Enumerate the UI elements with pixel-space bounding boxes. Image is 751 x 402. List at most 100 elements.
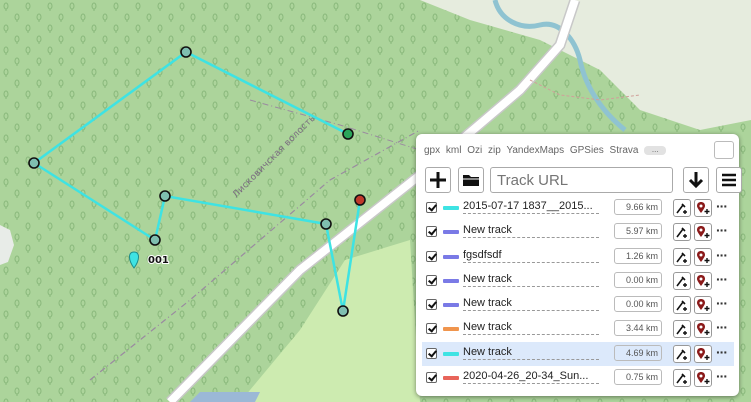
pencil-plus-icon	[676, 203, 687, 214]
track-visibility-checkbox[interactable]	[426, 202, 437, 213]
track-more-button[interactable]: ···	[716, 319, 728, 335]
track-row[interactable]: New track 0.00 km ···	[422, 269, 734, 293]
format-zip[interactable]: zip	[488, 145, 501, 156]
track-color-swatch[interactable]	[443, 278, 459, 283]
track-more-button[interactable]: ···	[716, 271, 728, 287]
download-button[interactable]	[683, 167, 709, 193]
add-marker-button[interactable]	[694, 271, 712, 290]
edit-track-button[interactable]	[673, 199, 691, 217]
track-visibility-checkbox[interactable]	[426, 347, 437, 359]
track-name[interactable]: New track	[463, 346, 599, 360]
edit-track-button[interactable]	[673, 247, 691, 266]
track-vertex[interactable]	[159, 190, 171, 202]
pencil-plus-icon	[676, 300, 687, 312]
pencil-plus-icon	[676, 349, 687, 360]
track-vertex[interactable]	[180, 46, 192, 58]
track-more-button[interactable]: ···	[716, 247, 728, 263]
add-track-button[interactable]	[425, 167, 451, 193]
track-visibility-checkbox[interactable]	[426, 226, 437, 238]
track-color-swatch[interactable]	[443, 206, 459, 210]
open-file-button[interactable]	[458, 167, 484, 193]
add-marker-button[interactable]	[694, 247, 712, 266]
add-marker-button[interactable]	[694, 199, 712, 217]
track-name[interactable]: New track	[463, 297, 599, 312]
add-marker-button[interactable]	[694, 320, 712, 339]
track-row[interactable]: New track 5.97 km ···	[422, 220, 734, 244]
track-color-swatch[interactable]	[443, 230, 459, 235]
track-color-swatch[interactable]	[443, 254, 459, 259]
track-vertex[interactable]	[149, 234, 161, 246]
track-name[interactable]: fgsdfsdf	[463, 249, 599, 263]
track-distance: 4.69 km	[614, 344, 662, 361]
track-vertex[interactable]	[28, 157, 40, 169]
track-start-point[interactable]	[342, 128, 354, 140]
track-list: 2015-07-17 1837__2015... 9.66 km ··· New tr…	[422, 196, 734, 390]
format-strava[interactable]: Strava	[610, 145, 639, 156]
track-visibility-checkbox[interactable]	[426, 372, 437, 384]
edit-track-button[interactable]	[673, 369, 691, 388]
track-more-button[interactable]: ···	[716, 198, 728, 214]
pencil-plus-icon	[676, 227, 687, 239]
track-distance: 0.00 km	[614, 271, 662, 288]
edit-track-button[interactable]	[673, 271, 691, 290]
track-color-swatch[interactable]	[443, 303, 459, 308]
track-name[interactable]: 2015-07-17 1837__2015...	[463, 200, 599, 214]
track-name[interactable]: New track	[463, 321, 599, 336]
marker-plus-icon	[697, 372, 710, 385]
track-color-swatch[interactable]	[443, 327, 459, 332]
water-area	[190, 392, 260, 402]
marker-plus-icon	[697, 347, 710, 360]
track-more-button[interactable]: ···	[716, 295, 728, 311]
format-list: gpx kml Ozi zip YandexMaps GPSies Strava…	[424, 145, 669, 156]
tracklist-panel: gpx kml Ozi zip YandexMaps GPSies Strava…	[416, 134, 742, 396]
add-marker-button[interactable]	[694, 223, 712, 242]
minimize-panel-icon[interactable]	[714, 141, 734, 159]
track-color-swatch[interactable]	[443, 351, 459, 356]
track-visibility-checkbox[interactable]	[426, 274, 437, 286]
add-marker-button[interactable]	[694, 369, 712, 388]
marker-plus-icon	[697, 250, 710, 263]
track-more-button[interactable]: ···	[716, 344, 728, 360]
track-name[interactable]: New track	[463, 273, 599, 287]
pencil-plus-icon	[676, 324, 687, 336]
marker-plus-icon	[697, 299, 710, 312]
track-url-input[interactable]	[490, 167, 673, 193]
track-visibility-checkbox[interactable]	[426, 299, 437, 311]
edit-track-button[interactable]	[673, 320, 691, 339]
track-distance: 3.44 km	[614, 320, 662, 337]
more-formats-button[interactable]: ...	[644, 145, 667, 155]
marker-plus-icon	[697, 226, 710, 239]
track-distance: 0.75 km	[614, 369, 662, 386]
add-marker-button[interactable]	[694, 344, 712, 363]
track-end-point[interactable]	[354, 194, 366, 206]
track-visibility-checkbox[interactable]	[426, 250, 437, 262]
track-row[interactable]: New track 0.00 km ···	[422, 293, 734, 317]
edit-track-button[interactable]	[673, 296, 691, 315]
track-row[interactable]: 2015-07-17 1837__2015... 9.66 km ···	[422, 196, 734, 220]
track-row[interactable]: 2020-04-26_20-34_Sun... 0.75 km ···	[422, 366, 734, 390]
pencil-plus-icon	[676, 252, 687, 263]
track-more-button[interactable]: ···	[716, 368, 728, 384]
track-row[interactable]: New track 3.44 km ···	[422, 317, 734, 341]
add-marker-button[interactable]	[694, 296, 712, 315]
track-row[interactable]: fgsdfsdf 1.26 km ···	[422, 245, 734, 269]
edit-track-button[interactable]	[673, 344, 691, 363]
waypoint-label: 001	[148, 255, 169, 266]
track-visibility-checkbox[interactable]	[426, 323, 437, 335]
format-ozi[interactable]: Ozi	[467, 145, 482, 156]
format-kml[interactable]: kml	[446, 145, 462, 156]
track-name[interactable]: New track	[463, 224, 599, 239]
track-vertex[interactable]	[320, 218, 332, 230]
format-gpx[interactable]: gpx	[424, 145, 440, 156]
format-gpsies[interactable]: GPSies	[570, 145, 604, 156]
track-color-swatch[interactable]	[443, 376, 459, 381]
marker-plus-icon	[697, 323, 710, 336]
track-row[interactable]: New track 4.69 km ···	[422, 341, 734, 367]
track-more-button[interactable]: ···	[716, 222, 728, 238]
edit-track-button[interactable]	[673, 223, 691, 242]
format-yandexmaps[interactable]: YandexMaps	[506, 145, 564, 156]
track-vertex[interactable]	[337, 305, 349, 317]
menu-button[interactable]	[716, 167, 742, 193]
track-name[interactable]: 2020-04-26_20-34_Sun...	[463, 370, 599, 385]
marker-plus-icon	[697, 274, 710, 287]
